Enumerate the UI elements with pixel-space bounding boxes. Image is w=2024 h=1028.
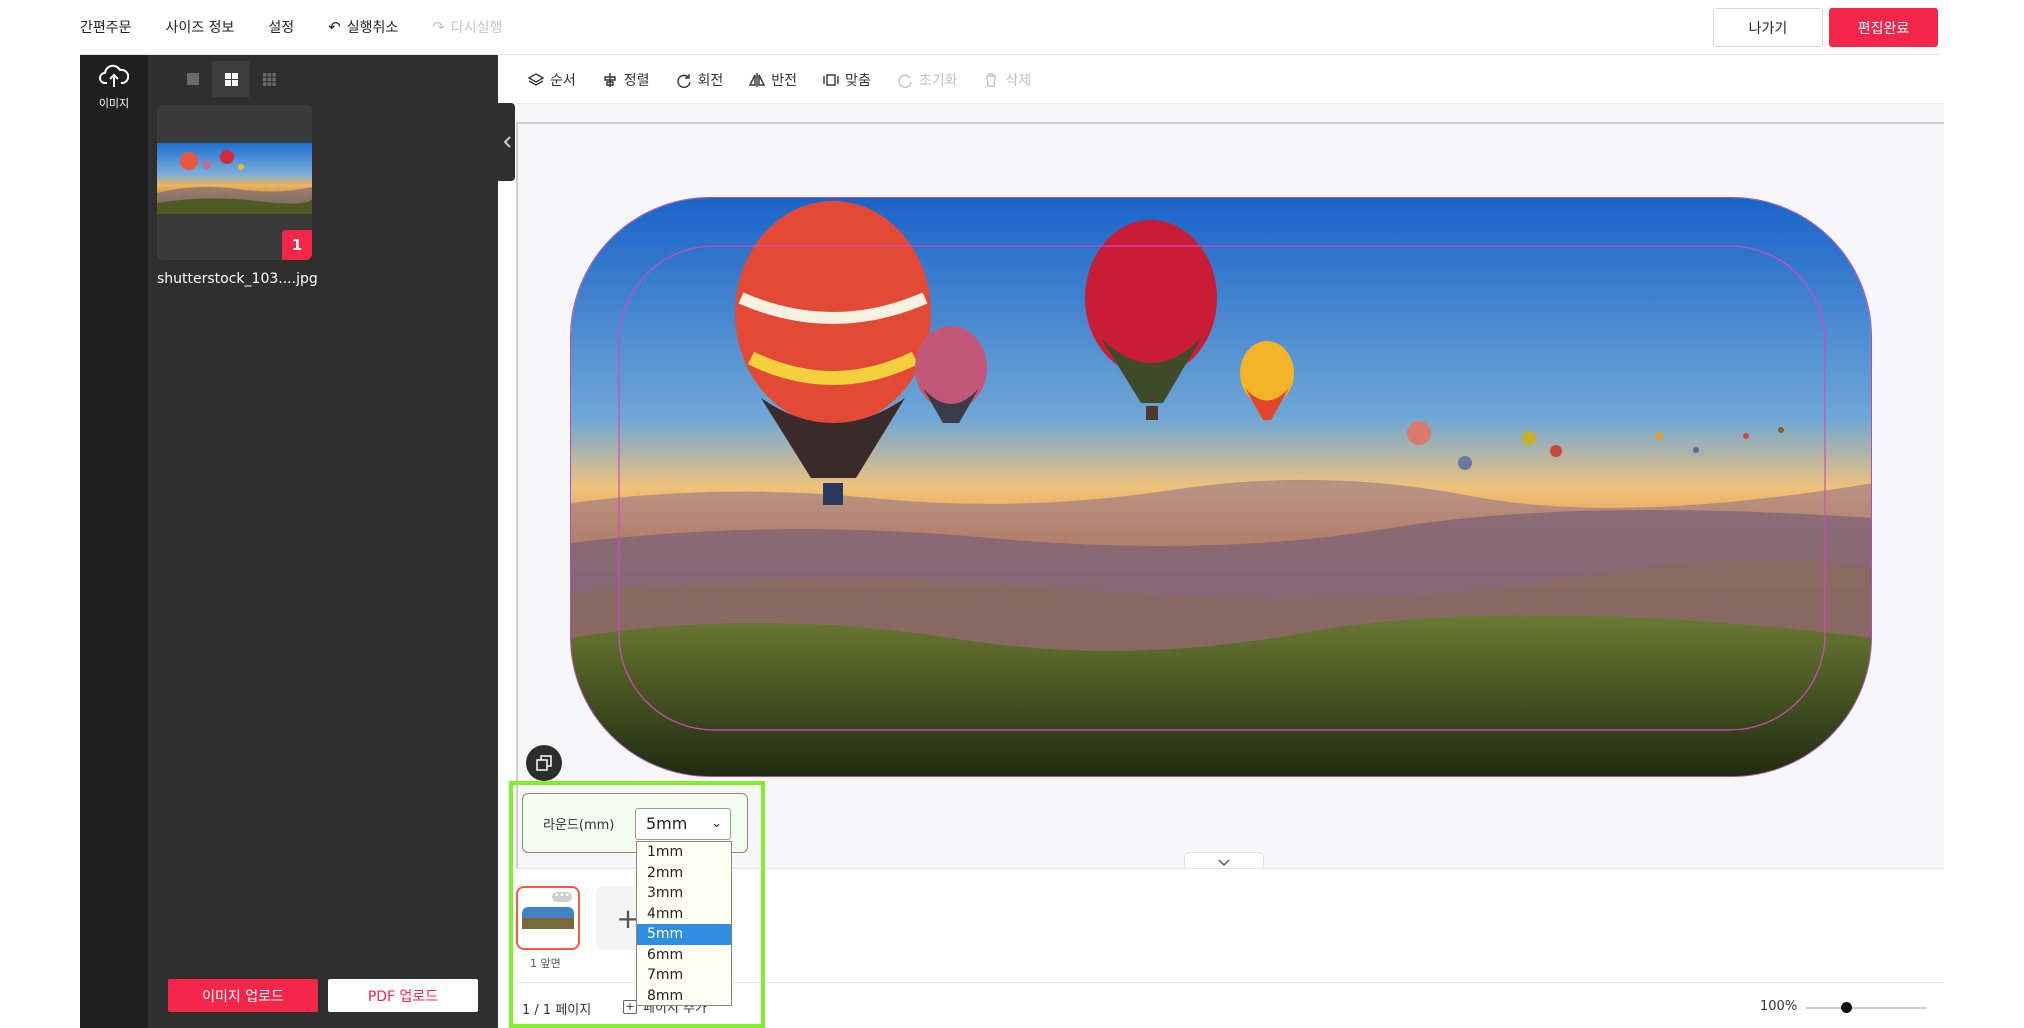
round-option-selected[interactable]: 5mm [637,924,731,945]
round-option[interactable]: 1mm [637,842,731,863]
top-guide-line [516,122,1944,124]
round-select[interactable]: 5mm ⌄ [635,808,731,840]
order-tool[interactable]: 순서 [528,70,576,90]
pdf-upload-button[interactable]: PDF 업로드 [328,979,478,1012]
align-tool[interactable]: 정렬 [602,70,650,90]
zoom-slider[interactable] [1806,1007,1926,1009]
image-menu-label: 이미지 [98,97,130,110]
reset-tool[interactable]: 초기화 [897,70,957,90]
chevron-down-icon: ⌄ [711,816,722,831]
page-label: 1 앞면 [530,957,561,970]
delete-tool[interactable]: 삭제 [983,70,1031,90]
small-grid-view-button[interactable] [250,61,288,97]
layers-icon [528,72,544,86]
zoom-level: 100% [1760,999,1798,1014]
view-toggles [174,61,288,97]
round-option[interactable]: 7mm [637,965,731,986]
exit-button[interactable]: 나가기 [1713,8,1823,47]
size-info-menu[interactable]: 사이즈 정보 [166,17,235,37]
round-option[interactable]: 8mm [637,986,731,1007]
reset-icon [898,74,912,88]
image-upload-button[interactable]: 이미지 업로드 [168,979,318,1012]
fit-tool[interactable]: 맞춤 [823,70,871,90]
page-more-icon[interactable]: ••• [552,892,572,902]
rotate-icon [676,73,691,88]
fit-icon [823,73,839,86]
image-thumbnail[interactable]: 1 [157,105,312,260]
redo-button[interactable]: ↷ 다시실행 [432,17,502,37]
round-option[interactable]: 6mm [637,945,731,966]
copy-icon [536,755,552,771]
usage-count-badge: 1 [282,230,312,260]
trash-icon [986,72,997,87]
collapse-panel-button[interactable] [498,103,515,181]
page-count: 1 / 1 페이지 [522,1003,592,1018]
round-dropdown-list: 1mm 2mm 3mm 4mm 5mm 6mm 7mm 8mm [636,841,732,1006]
top-menu: 간편주문 사이즈 정보 설정 ↶ 실행취소 ↷ 다시실행 [80,17,536,37]
rotate-tool[interactable]: 회전 [676,70,723,90]
chevron-left-icon [503,136,511,148]
plus-square-icon: + [623,999,637,1014]
flip-icon [749,72,766,87]
design-canvas[interactable] [570,197,1872,777]
single-square-icon [187,73,199,85]
round-option[interactable]: 4mm [637,904,731,925]
round-label: 라운드(mm) [543,818,615,833]
top-bar: 간편주문 사이즈 정보 설정 ↶ 실행취소 ↷ 다시실행 나가기 편집완료 [80,0,1940,55]
grid-2x2-icon [224,72,238,86]
undo-icon: ↶ [328,18,341,36]
finish-editing-button[interactable]: 편집완료 [1829,8,1938,47]
left-icon-rail: 이미지 [80,55,148,1028]
round-selected-value: 5mm [646,814,688,833]
single-view-button[interactable] [174,61,212,97]
image-menu-button[interactable]: 이미지 [80,63,148,111]
round-option[interactable]: 2mm [637,863,731,884]
flip-tool[interactable]: 반전 [749,70,797,90]
image-file-name: shutterstock_103....jpg [157,271,318,287]
round-option[interactable]: 3mm [637,883,731,904]
grid-3x3-icon [262,72,276,86]
grid-view-button[interactable] [212,61,250,97]
redo-icon: ↷ [432,18,445,36]
page-preview [522,907,574,929]
quick-order-menu[interactable]: 간편주문 [80,17,132,37]
edit-toolbar: 순서 정렬 회전 반전 맞춤 초기화 삭제 [516,56,1944,104]
settings-menu[interactable]: 설정 [268,17,294,37]
undo-button[interactable]: ↶ 실행취소 [328,17,398,37]
left-guide-line [516,122,518,868]
canvas-area [516,104,1944,872]
balloon-photo-thumbnail [157,143,312,214]
duplicate-button[interactable] [526,745,562,781]
upload-buttons: 이미지 업로드 PDF 업로드 [168,979,478,1012]
image-panel: 1 shutterstock_103....jpg 이미지 업로드 PDF 업로… [148,55,498,1028]
page-thumbnail[interactable]: ••• [516,886,580,950]
cloud-upload-icon [99,64,130,87]
chevron-down-icon [1218,858,1230,866]
zoom-slider-handle[interactable] [1841,1002,1852,1013]
align-icon [604,72,616,87]
balloon-landscape-photo [571,198,1871,776]
